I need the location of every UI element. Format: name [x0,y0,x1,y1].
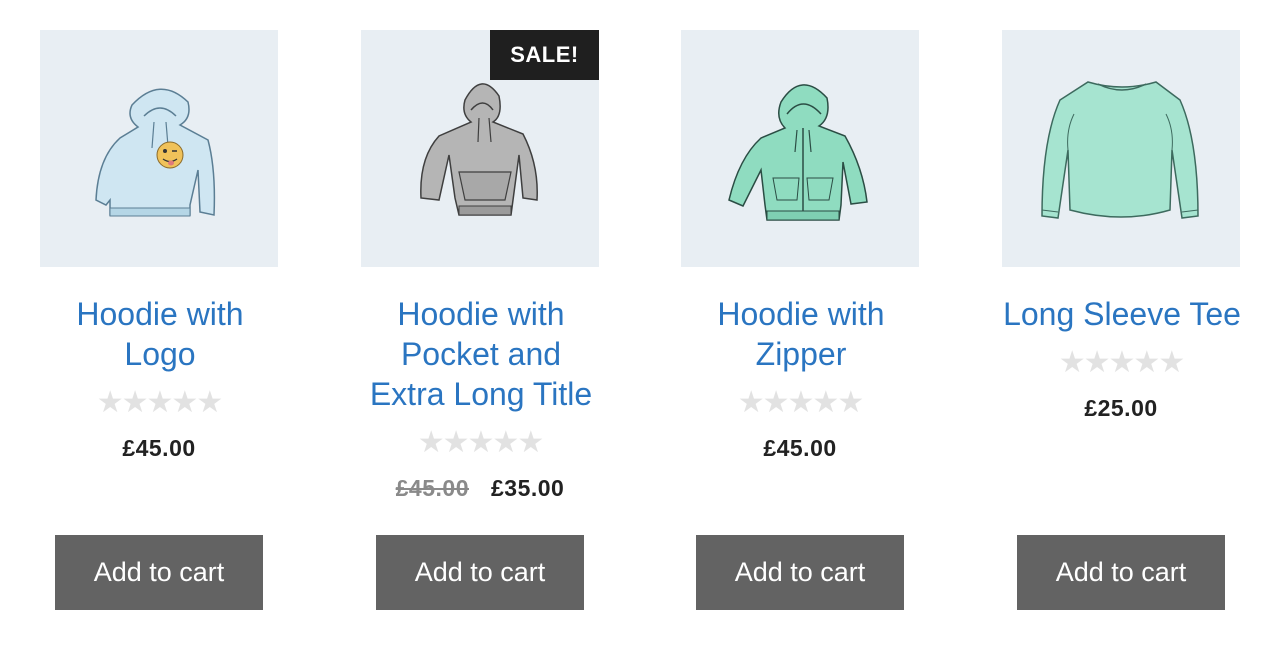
star-rating: ★★★★★ [1058,346,1185,379]
product-grid: Hoodie with Logo ★★★★★ £45.00 Add to car… [0,0,1280,653]
current-price: £45.00 [122,435,196,461]
product-price: £45.00 [40,435,278,462]
product-image[interactable]: SALE! [361,30,599,267]
current-price: £45.00 [763,435,837,461]
product-card: Hoodie with Zipper ★★★★★ £45.00 Add to c… [681,30,921,630]
star-rating: ★★★★★ [96,386,223,419]
old-price: £45.00 [395,475,469,501]
star-rating: ★★★★★ [737,386,864,419]
product-price: £45.00 [681,435,919,462]
add-to-cart-button[interactable]: Add to cart [55,535,263,610]
product-title-link[interactable]: Hoodie with Pocket and Extra Long Title [341,294,621,414]
long-sleeve-tee-icon [1041,81,1199,219]
product-title-line[interactable]: Pocket and [401,336,561,372]
product-title-link[interactable]: Hoodie with Logo [20,294,300,374]
add-to-cart-button[interactable]: Add to cart [1017,535,1225,610]
star-rating: ★★★★★ [417,426,544,459]
product-card: Long Sleeve Tee ★★★★★ £25.00 Add to cart [1002,30,1242,630]
product-image[interactable] [681,30,919,267]
current-price: £25.00 [1084,395,1158,421]
hoodie-with-logo-icon [95,88,216,217]
product-title-line[interactable]: Long Sleeve Tee [1003,296,1241,332]
product-title-line[interactable]: Zipper [756,336,847,372]
product-image[interactable] [40,30,278,267]
product-card: Hoodie with Logo ★★★★★ £45.00 Add to car… [40,30,280,630]
add-to-cart-button[interactable]: Add to cart [696,535,904,610]
product-title-link[interactable]: Long Sleeve Tee [982,294,1262,334]
product-card: SALE! Hoodie with Pocket and Extra Long … [361,30,601,630]
product-title-link[interactable]: Hoodie with Zipper [661,294,941,374]
product-image[interactable] [1002,30,1240,267]
product-title-line[interactable]: Hoodie with [397,296,564,332]
sale-price: £35.00 [491,475,565,501]
product-price: £25.00 [1002,395,1240,422]
product-title-line[interactable]: Hoodie with [76,296,243,332]
product-title-line[interactable]: Logo [124,336,195,372]
product-price: £45.00 £35.00 [361,475,599,502]
product-title-line[interactable]: Hoodie with [717,296,884,332]
product-title-line[interactable]: Extra Long Title [370,376,592,412]
add-to-cart-button[interactable]: Add to cart [376,535,584,610]
green-zip-hoodie-icon [728,84,868,221]
sale-badge: SALE! [490,30,599,80]
